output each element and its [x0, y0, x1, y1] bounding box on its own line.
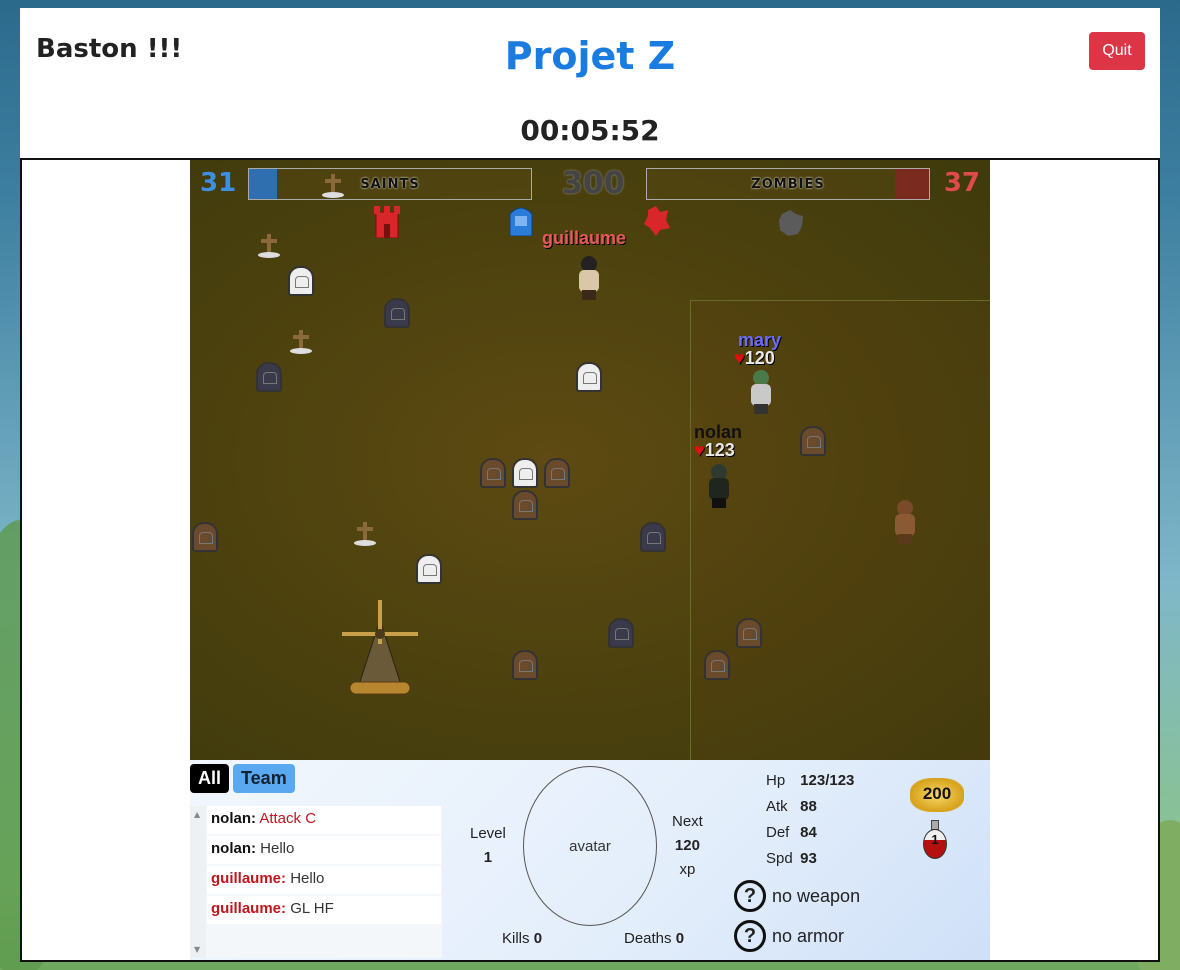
- grave-cross: [290, 330, 312, 356]
- potion-count: 1: [931, 832, 939, 847]
- tab-all[interactable]: All: [190, 764, 230, 793]
- tombstone: [416, 554, 442, 584]
- chat-message: guillaume: Hello: [207, 866, 441, 894]
- chat-message: nolan: Hello: [207, 836, 441, 864]
- red-tower-icon: [374, 206, 400, 238]
- chat-message: guillaume: GL HF: [207, 896, 441, 924]
- saints-score: 31: [200, 168, 237, 198]
- page-title: Projet Z: [504, 34, 676, 78]
- player-nolan[interactable]: [706, 464, 732, 508]
- armor-slot[interactable]: ? no armor: [734, 920, 844, 952]
- game-panel: Baston !!! Projet Z Quit 00:05:52 31 SAI…: [20, 8, 1160, 962]
- red-splat-icon: [644, 206, 670, 236]
- tab-team[interactable]: Team: [233, 764, 295, 793]
- next-label: Next: [672, 813, 703, 830]
- target-score: 300: [562, 166, 625, 201]
- grave-cross: [258, 234, 280, 260]
- game-timer: 00:05:52: [520, 114, 660, 147]
- tombstone: [512, 490, 538, 520]
- chat-tabs: All Team: [190, 764, 295, 793]
- blue-tombstone-icon: [509, 207, 533, 236]
- zombie-zone: [690, 300, 990, 760]
- tombstone: [608, 618, 634, 648]
- deaths-counter: Deaths 0: [624, 930, 685, 947]
- saints-bar: SAINTS: [248, 168, 532, 200]
- grave-cross: [322, 174, 344, 200]
- character-stats: Hp 123/123 Atk 88 Def 84 Spd 93: [766, 768, 854, 872]
- stat-atk: Atk 88: [766, 798, 817, 815]
- level-block: Level 1: [470, 822, 506, 870]
- tombstone: [704, 650, 730, 680]
- tombstone: [384, 298, 410, 328]
- heart-icon: ♥: [734, 348, 745, 368]
- saints-label: SAINTS: [360, 177, 420, 192]
- scroll-up-icon[interactable]: ▲: [194, 810, 200, 819]
- monk-npc[interactable]: [892, 500, 918, 544]
- tombstone: [512, 458, 538, 488]
- player-hud: All Team ▲ ▼ nolan: Attack C nolan: Hell…: [190, 760, 990, 960]
- game-frame: 31 SAINTS 300 ZOMBIES 37 guillaume mary …: [20, 158, 1160, 962]
- tombstone: [576, 362, 602, 392]
- heart-icon: ♥: [694, 440, 705, 460]
- header: Baston !!! Projet Z Quit 00:05:52: [20, 8, 1160, 158]
- stat-hp: Hp 123/123: [766, 772, 855, 789]
- player-hp: ♥120: [734, 348, 775, 368]
- chat-log[interactable]: ▲ ▼ nolan: Attack C nolan: Hello guillau…: [190, 806, 442, 958]
- level-label: Level: [470, 825, 506, 842]
- tombstone: [544, 458, 570, 488]
- grave-cross: [354, 522, 376, 548]
- windmill-icon: [342, 600, 418, 695]
- zombies-bar: ZOMBIES: [646, 168, 930, 200]
- player-mary[interactable]: [748, 370, 774, 414]
- level-value: 1: [483, 849, 493, 866]
- next-xp-value: 120: [674, 837, 700, 854]
- weapon-slot[interactable]: ? no weapon: [734, 880, 860, 912]
- player-hp: ♥123: [694, 440, 735, 460]
- avatar: avatar: [523, 766, 657, 926]
- stat-spd: Spd 93: [766, 850, 817, 867]
- tombstone: [480, 458, 506, 488]
- tombstone: [256, 362, 282, 392]
- health-potion-icon[interactable]: 1: [922, 820, 948, 860]
- grey-splat-icon: [779, 210, 803, 236]
- zombies-label: ZOMBIES: [751, 177, 825, 192]
- stat-def: Def 84: [766, 824, 817, 841]
- question-mark-icon: ?: [734, 920, 766, 952]
- scroll-down-icon[interactable]: ▼: [194, 945, 200, 954]
- tombstone: [192, 522, 218, 552]
- player-name: guillaume: [542, 228, 627, 248]
- tombstone: [512, 650, 538, 680]
- tombstone: [288, 266, 314, 296]
- gold-coins-icon: 200: [910, 774, 964, 814]
- chat-scrollbar[interactable]: ▲ ▼: [190, 806, 206, 958]
- zombies-score: 37: [943, 168, 980, 198]
- gold-amount: 200: [922, 784, 952, 803]
- player-guillaume[interactable]: [576, 256, 602, 300]
- quit-button[interactable]: Quit: [1089, 32, 1145, 70]
- next-level-block: Next 120 xp: [672, 810, 703, 882]
- kills-counter: Kills 0: [502, 930, 543, 947]
- chat-message: nolan: Attack C: [207, 806, 441, 834]
- tombstone: [736, 618, 762, 648]
- xp-label: xp: [679, 861, 696, 878]
- tombstone: [640, 522, 666, 552]
- game-canvas[interactable]: 31 SAINTS 300 ZOMBIES 37 guillaume mary …: [190, 160, 990, 760]
- question-mark-icon: ?: [734, 880, 766, 912]
- tombstone: [800, 426, 826, 456]
